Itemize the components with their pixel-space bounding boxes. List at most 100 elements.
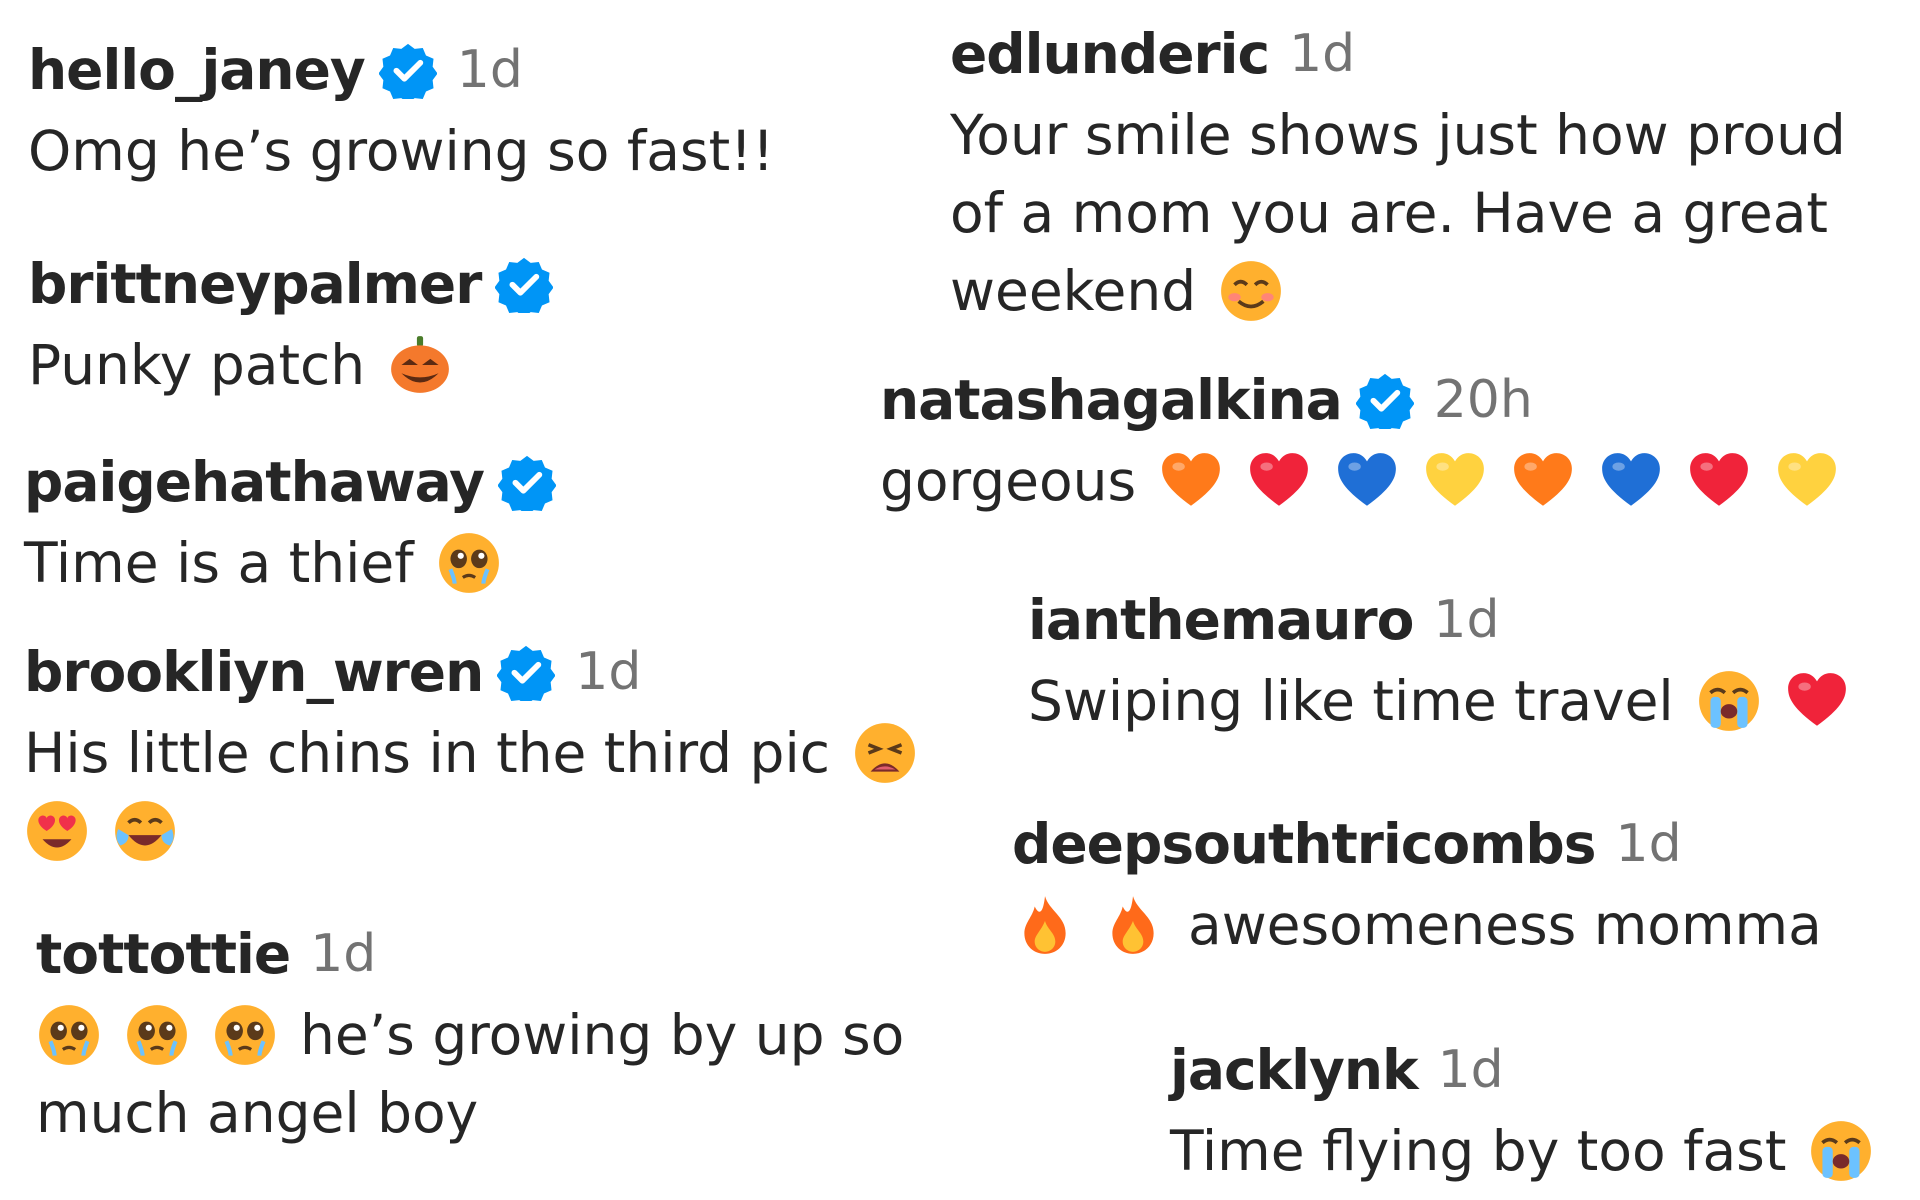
comment: tottottie 1d he’s growing by up so much ang…	[36, 920, 904, 1152]
comment: edlunderic 1d Your smile shows just how pr…	[950, 20, 1846, 330]
comment-timestamp[interactable]: 1d	[1433, 590, 1499, 650]
pleading-tears-emoji-icon	[212, 1002, 278, 1068]
username-link[interactable]: tottottie	[36, 922, 291, 986]
comment-text: Time flying by too fast	[1170, 1112, 1874, 1190]
comment-line: Punky patch	[28, 326, 553, 404]
comment-text-span: Time is a thief	[24, 531, 414, 595]
comment-line: much angel boy	[36, 1074, 904, 1152]
tears-of-joy-emoji-icon	[112, 798, 178, 864]
comment-header: edlunderic 1d	[950, 20, 1846, 88]
fire-emoji-icon	[1100, 892, 1166, 958]
comment-timestamp[interactable]: 1d	[1438, 1040, 1504, 1100]
comment: hello_janey 1d Omg he’s growing so fast!!	[28, 36, 774, 190]
comment-line: awesomeness momma	[1012, 886, 1822, 964]
username-link[interactable]: ianthemauro	[1028, 588, 1414, 652]
username-link[interactable]: brookliyn_wren	[24, 640, 484, 704]
comment-text-span: Punky patch	[28, 333, 366, 397]
comment-timestamp[interactable]: 1d	[1289, 24, 1355, 84]
blue-heart-emoji-icon	[1334, 448, 1400, 514]
comment-timestamp[interactable]: 1d	[575, 642, 641, 702]
username-link[interactable]: brittneypalmer	[28, 252, 482, 316]
comment-header: ianthemauro 1d	[1028, 586, 1850, 654]
comment-line: Time is a thief	[24, 524, 556, 602]
comment-line	[24, 792, 918, 870]
comment-header: brookliyn_wren 1d	[24, 638, 918, 706]
red-heart-emoji-icon	[1246, 448, 1312, 514]
comment-header: deepsouthtricombs 1d	[1012, 810, 1822, 878]
comment-line: gorgeous	[880, 442, 1840, 520]
comment-line: Time flying by too fast	[1170, 1112, 1874, 1190]
verified-badge-icon	[378, 41, 437, 99]
comment-header: jacklynk 1d	[1170, 1036, 1874, 1104]
pleading-tears-emoji-icon	[436, 530, 502, 596]
comment-text-span: His little chins in the third pic	[24, 721, 830, 785]
comment-text-span: Omg he’s growing so fast!!	[28, 119, 775, 183]
yellow-heart-emoji-icon	[1774, 448, 1840, 514]
blue-heart-emoji-icon	[1598, 448, 1664, 514]
username-link[interactable]: hello_janey	[28, 38, 366, 102]
comment: brookliyn_wren 1d His little chins in the …	[24, 638, 918, 870]
comment-header: natashagalkina 20h	[880, 366, 1840, 434]
comment-text: Your smile shows just how proud of a mom …	[950, 96, 1846, 330]
comment-timestamp[interactable]: 1d	[457, 40, 523, 100]
yellow-heart-emoji-icon	[1422, 448, 1488, 514]
verified-badge-icon	[497, 643, 556, 701]
comment-text-span: of a mom you are. Have a great	[950, 181, 1828, 245]
comment-line: he’s growing by up so	[36, 996, 904, 1074]
comment-line: weekend	[950, 252, 1846, 330]
pleading-tears-emoji-icon	[36, 1002, 102, 1068]
comment-text: His little chins in the third pic	[24, 714, 918, 870]
comment-text: gorgeous	[880, 442, 1840, 520]
verified-badge-icon	[1355, 371, 1414, 429]
comment-header: hello_janey 1d	[28, 36, 774, 104]
comment-text: awesomeness momma	[1012, 886, 1822, 964]
comment-line: Swiping like time travel	[1028, 662, 1850, 740]
comment: jacklynk 1d Time flying by too fast	[1170, 1036, 1874, 1190]
comment-text: Swiping like time travel	[1028, 662, 1850, 740]
username-link[interactable]: deepsouthtricombs	[1012, 812, 1597, 876]
jack-o-lantern-emoji-icon	[387, 332, 453, 398]
red-heart-emoji-icon	[1784, 668, 1850, 734]
comment-text-span: he’s growing by up so	[300, 1003, 905, 1067]
comment-text-span: Time flying by too fast	[1170, 1119, 1787, 1183]
comment-text: he’s growing by up so much angel boy	[36, 996, 904, 1152]
comment-line: of a mom you are. Have a great	[950, 174, 1846, 252]
comment-timestamp[interactable]: 1d	[1616, 814, 1682, 874]
comment: brittneypalmer Punky patch	[28, 250, 554, 404]
comment-text-span: much angel boy	[36, 1081, 479, 1145]
orange-heart-emoji-icon	[1158, 448, 1224, 514]
fire-emoji-icon	[1012, 892, 1078, 958]
comment-timestamp[interactable]: 1d	[310, 924, 376, 984]
comment-text: Time is a thief	[24, 524, 556, 602]
comment-line: Your smile shows just how proud	[950, 96, 1846, 174]
loudly-crying-emoji-icon	[1696, 668, 1762, 734]
comment-header: brittneypalmer	[28, 250, 554, 318]
weary-face-emoji-icon	[852, 720, 918, 786]
username-link[interactable]: edlunderic	[950, 22, 1270, 86]
comment-line: Omg he’s growing so fast!!	[28, 112, 774, 190]
username-link[interactable]: jacklynk	[1170, 1038, 1419, 1102]
loudly-crying-emoji-icon	[1808, 1118, 1874, 1184]
verified-badge-icon	[497, 453, 556, 511]
comment-text: Punky patch	[28, 326, 553, 404]
heart-eyes-emoji-icon	[24, 798, 90, 864]
smiling-blush-emoji-icon	[1218, 258, 1284, 324]
pleading-tears-emoji-icon	[124, 1002, 190, 1068]
comment-line: His little chins in the third pic	[24, 714, 918, 792]
comment-text-span: weekend	[950, 259, 1197, 323]
comment-text: Omg he’s growing so fast!!	[28, 112, 774, 190]
comment-text-span: gorgeous	[880, 449, 1137, 513]
comment-header: tottottie 1d	[36, 920, 904, 988]
comment: ianthemauro 1d Swiping like time travel	[1028, 586, 1850, 740]
verified-badge-icon	[495, 255, 554, 313]
comment-text-span: Your smile shows just how proud	[950, 103, 1846, 167]
comment-text-span: awesomeness momma	[1188, 893, 1822, 957]
comment-timestamp[interactable]: 20h	[1434, 370, 1533, 430]
username-link[interactable]: natashagalkina	[880, 368, 1343, 432]
comment-text-span: Swiping like time travel	[1028, 669, 1674, 733]
comment: natashagalkina 20h gorgeous	[880, 366, 1840, 520]
username-link[interactable]: paigehathaway	[24, 450, 485, 514]
red-heart-emoji-icon	[1686, 448, 1752, 514]
comment: paigehathaway Time is a thief	[24, 448, 556, 602]
comment: deepsouthtricombs 1d awesomeness momma	[1012, 810, 1822, 964]
